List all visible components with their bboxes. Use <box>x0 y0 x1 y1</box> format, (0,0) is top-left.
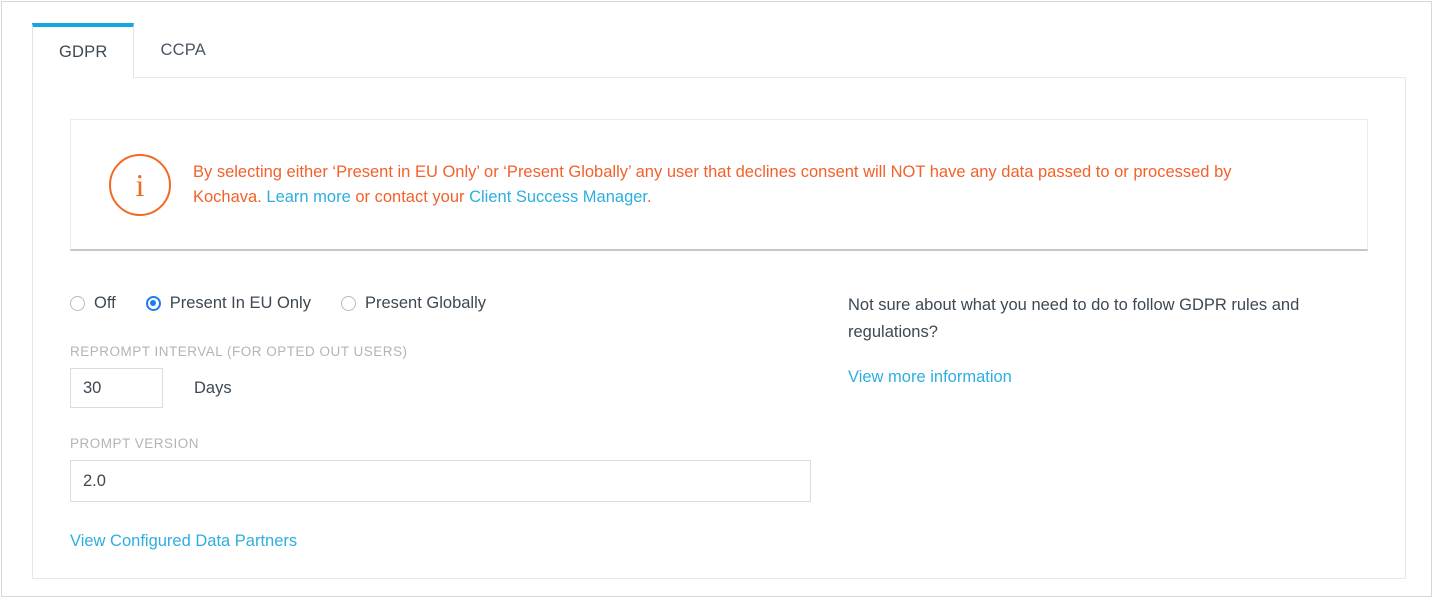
radio-option-present-globally-label: Present Globally <box>364 293 487 312</box>
prompt-version-input[interactable] <box>70 460 811 502</box>
learn-more-link[interactable]: Learn more <box>266 188 350 206</box>
radio-option-off[interactable]: Off <box>70 294 116 313</box>
view-configured-data-partners-link[interactable]: View Configured Data Partners <box>70 532 297 551</box>
reprompt-interval-row: Days <box>70 368 815 408</box>
radio-circle-icon <box>70 295 85 311</box>
tab-bar: GDPR CCPA <box>32 23 232 78</box>
info-banner-text-part-3: . <box>647 187 652 206</box>
radio-option-off-label: Off <box>94 293 116 312</box>
view-more-information-link[interactable]: View more information <box>848 368 1012 387</box>
gdpr-help-text: Not sure about what you need to do to fo… <box>848 296 1300 341</box>
radio-circle-icon <box>340 295 356 311</box>
radio-option-present-globally[interactable]: Present Globally <box>340 293 487 313</box>
reprompt-interval-label: REPROMPT INTERVAL (FOR OPTED OUT USERS) <box>70 344 408 359</box>
tab-gdpr-label: GDPR <box>59 43 108 61</box>
reprompt-interval-unit: Days <box>194 378 232 397</box>
info-banner-text-part-2: or contact your <box>350 187 470 206</box>
tab-ccpa-label: CCPA <box>160 41 206 59</box>
info-banner-text: By selecting either ‘Present in EU Only’… <box>193 160 1313 210</box>
radio-option-present-in-eu-only-label: Present In EU Only <box>169 293 311 312</box>
radio-circle-selected-icon <box>145 295 161 311</box>
info-icon: i <box>109 153 171 216</box>
gdpr-settings-form: Off Present In EU Only Present Globally … <box>70 290 815 551</box>
tab-underline <box>123 77 1406 78</box>
info-icon-glyph: i <box>135 166 145 203</box>
prompt-version-label: PROMPT VERSION <box>70 436 200 451</box>
gdpr-mode-radio-group: Off Present In EU Only Present Globally <box>70 290 815 316</box>
page-frame: GDPR CCPA i By selecting either ‘Present… <box>1 1 1432 597</box>
radio-option-present-in-eu-only[interactable]: Present In EU Only <box>145 293 311 313</box>
reprompt-interval-input[interactable] <box>70 368 163 408</box>
tab-ccpa[interactable]: CCPA <box>134 23 231 78</box>
client-success-manager-link[interactable]: Client Success Manager <box>469 188 647 206</box>
tab-gdpr[interactable]: GDPR <box>32 23 135 78</box>
info-banner: i By selecting either ‘Present in EU Onl… <box>70 119 1368 251</box>
gdpr-help-panel: Not sure about what you need to do to fo… <box>848 292 1348 387</box>
